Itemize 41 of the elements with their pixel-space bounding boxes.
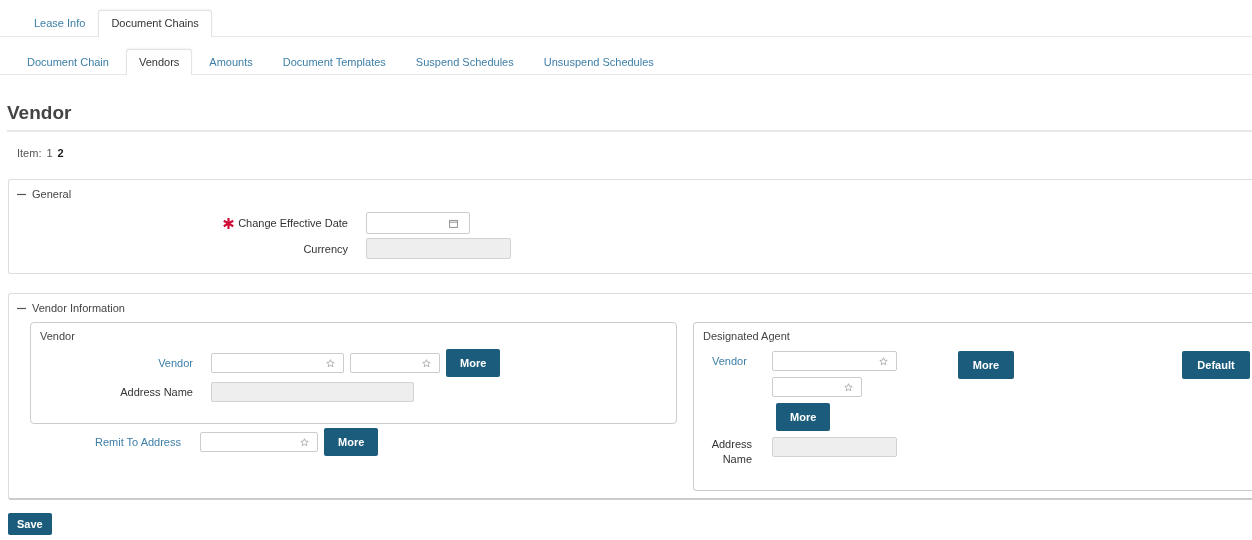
page-title: Vendor [7,102,1252,132]
star-icon[interactable] [844,382,853,392]
star-icon[interactable] [879,356,888,366]
more-button[interactable]: More [776,403,831,431]
default-button[interactable]: Default [1182,351,1250,379]
section-title: Vendor Information [32,302,125,314]
star-icon[interactable] [422,358,431,368]
star-icon[interactable] [326,358,335,368]
remit-to-address-field[interactable] [200,432,318,452]
tab[interactable]: Amounts [196,49,266,75]
page-link[interactable]: 1 [46,147,53,179]
calendar-icon[interactable] [449,218,458,228]
remit-to-address-link[interactable]: Remit To Address [30,436,181,448]
section-title: General [32,188,72,200]
vendor-link[interactable]: Vendor [31,357,193,369]
vendor-field[interactable] [772,377,862,397]
tab[interactable]: Lease Info [21,10,99,37]
more-button[interactable]: More [446,349,501,377]
tab[interactable]: Vendors [125,49,193,75]
tab[interactable]: Unsuspend Schedules [530,49,667,75]
pager-label: Item: [17,147,42,161]
vendor-link[interactable]: Vendor [704,354,759,431]
group-title: Vendor [39,329,76,344]
save-button[interactable]: Save [8,513,52,535]
tab[interactable]: Document Templates [269,49,399,75]
date-field[interactable] [366,212,470,234]
vendor-field[interactable] [211,353,344,373]
field-label: Currency [303,242,348,255]
tab[interactable]: Suspend Schedules [402,49,527,75]
field-label: Address Name [119,386,193,398]
tab[interactable]: Document Chain [14,49,122,75]
page-link[interactable]: 2 [57,147,64,179]
more-button[interactable]: More [324,428,379,456]
vendor-field[interactable] [772,351,897,371]
group-title: Designated Agent [702,329,791,344]
more-button[interactable]: More [958,351,1014,379]
tab[interactable]: Document Chains [98,10,212,37]
vendor-field[interactable] [350,353,440,373]
field-label: Address Name [710,437,752,467]
star-icon[interactable] [300,437,309,447]
field-label: Change Effective Date [238,217,348,229]
